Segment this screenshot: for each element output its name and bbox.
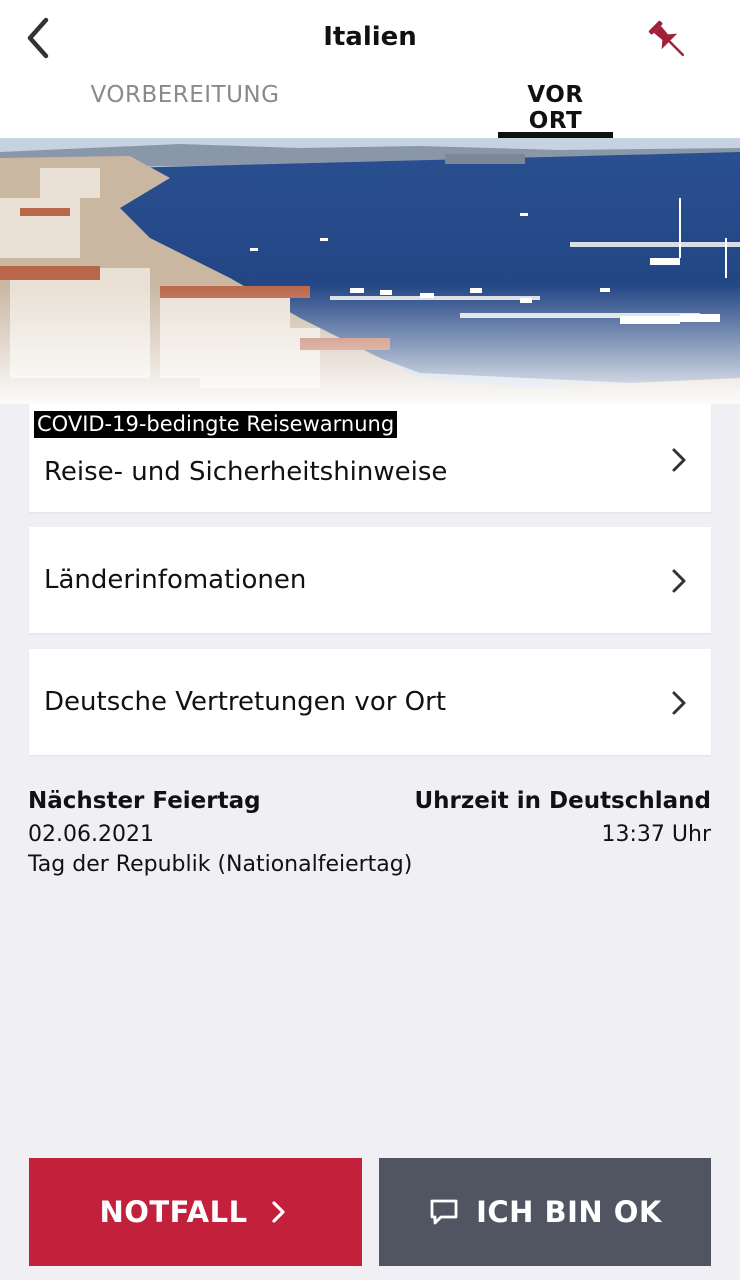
pushpin-icon: [648, 20, 685, 57]
i-am-ok-button-label: ICH BIN OK: [476, 1195, 662, 1229]
chat-bubble-icon: [430, 1199, 458, 1225]
tab-vor-ort[interactable]: VOR ORT: [498, 80, 613, 138]
time-germany-value: 13:37 Uhr: [601, 822, 711, 847]
card-deutsche-vertretungen[interactable]: Deutsche Vertretungen vor Ort: [29, 649, 711, 755]
emergency-button[interactable]: NOTFALL: [29, 1158, 362, 1266]
chevron-right-icon: [672, 448, 686, 472]
card-laenderinformationen[interactable]: Länderinfomationen: [29, 527, 711, 633]
next-holiday-heading: Nächster Feiertag: [28, 788, 261, 814]
tab-label: VOR ORT: [527, 82, 584, 134]
hero-image: [0, 138, 740, 404]
card-label: Länderinfomationen: [44, 565, 307, 595]
tab-label: VORBEREITUNG: [90, 82, 280, 108]
next-holiday-name: Tag der Republik (Nationalfeiertag): [28, 852, 413, 877]
tab-vorbereitung[interactable]: VORBEREITUNG: [80, 80, 290, 138]
time-germany-heading: Uhrzeit in Deutschland: [414, 788, 711, 814]
card-label: Reise- und Sicherheitshinweise: [44, 457, 448, 487]
chevron-right-icon: [672, 691, 686, 715]
emergency-button-label: NOTFALL: [99, 1195, 248, 1229]
pin-button[interactable]: [640, 12, 696, 68]
page-title: Italien: [323, 22, 417, 52]
i-am-ok-button[interactable]: ICH BIN OK: [379, 1158, 711, 1266]
app-header: Italien VORBEREITUNG VOR ORT: [0, 0, 740, 138]
chevron-right-icon: [271, 1201, 285, 1223]
time-germany-section: Uhrzeit in Deutschland 13:37 Uhr: [414, 786, 711, 850]
card-label: Deutsche Vertretungen vor Ort: [44, 687, 447, 717]
next-holiday-date: 02.06.2021: [28, 822, 154, 847]
next-holiday-section: Nächster Feiertag 02.06.2021 Tag der Rep…: [28, 786, 412, 880]
chevron-right-icon: [672, 569, 686, 593]
card-reise-sicherheitshinweise[interactable]: COVID-19-bedingte Reisewarnung Reise- un…: [29, 404, 711, 512]
covid-warning-badge: COVID-19-bedingte Reisewarnung: [34, 411, 398, 438]
